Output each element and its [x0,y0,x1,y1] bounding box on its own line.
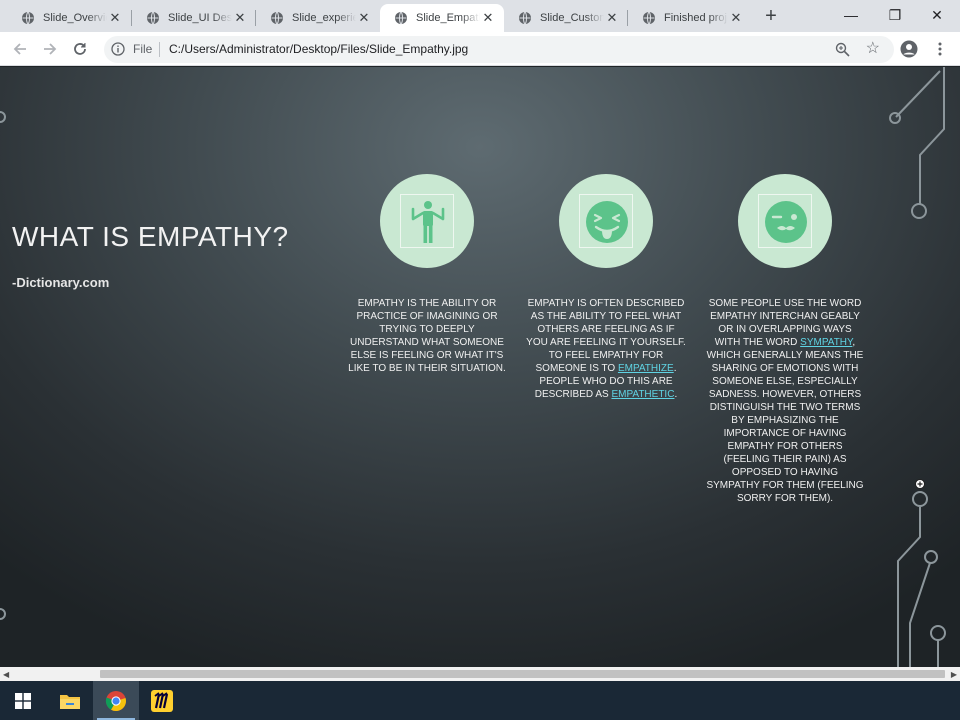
definition-link[interactable]: EMPATHETIC [611,389,674,400]
horizontal-scrollbar[interactable]: ◀ ▶ [0,667,960,681]
tab-close-icon[interactable]: ✕ [356,10,372,26]
tab-title: Finished project [664,12,728,24]
account-icon [900,40,918,58]
browser-tab[interactable]: Finished project✕ [628,4,752,32]
definition-link[interactable]: EMPATHIZE [618,363,674,374]
tab-title: Slide_Customer [540,12,604,24]
windows-taskbar [0,681,960,720]
restore-button[interactable]: ❐ [872,2,918,28]
column-text-2: EMPATHY IS OFTEN DESCRIBED AS THE ABILIT… [526,297,686,401]
minimize-button[interactable]: — [828,2,874,28]
browser-tab[interactable]: Slide_Customer✕ [504,4,628,32]
reload-icon [74,43,86,55]
chrome-icon [105,690,126,711]
profile-button[interactable] [897,37,921,61]
browser-tab[interactable]: Slide_Overview✕ [7,4,131,32]
tab-title: Slide_Overview [43,12,107,24]
tab-separator [255,10,256,26]
globe-icon [519,11,531,25]
globe-icon [395,11,407,25]
globe-icon [271,11,283,25]
icon-frame [400,194,454,248]
slide-source: -Dictionary.com [12,275,110,290]
column-text-3: SOME PEOPLE USE THE WORD EMPATHY INTERCH… [705,297,865,505]
browser-tab[interactable]: Slide_UI Design✕ [132,4,256,32]
definition-text: , WHICH GENERALLY MEANS THE SHARING OF E… [706,337,864,504]
tab-separator [627,10,628,26]
tab-close-icon[interactable]: ✕ [232,10,248,26]
globe-icon [643,11,655,25]
definition-text: . [674,389,678,400]
zoom-icon[interactable] [835,42,850,57]
tab-title: Slide_experience [292,12,356,24]
taskbar-miro[interactable] [139,681,185,720]
taskbar-chrome[interactable] [93,681,139,720]
address-bar[interactable]: File C:/Users/Administrator/Desktop/File… [104,36,894,63]
browser-tab[interactable]: Slide_experience✕ [256,4,380,32]
tab-separator [131,10,132,26]
image-viewport: WHAT IS EMPATHY? -Dictionary.com EMPATHY… [0,67,960,667]
tab-strip: Slide_Overview✕Slide_UI Design✕Slide_exp… [0,0,960,32]
tab-close-icon[interactable]: ✕ [604,10,620,26]
tab-close-icon[interactable]: ✕ [107,10,123,26]
taskbar-file-explorer[interactable] [47,681,93,720]
browser-tab[interactable]: Slide_Empathy✕ [380,4,504,32]
person-shrug-icon [411,201,445,243]
globe-icon [147,11,159,25]
scrollbar-thumb[interactable] [100,670,945,678]
scroll-right-icon[interactable]: ▶ [951,670,957,679]
miro-icon [151,689,173,712]
new-tab-button[interactable]: + [760,6,782,28]
icon-circle-1 [380,174,474,268]
back-button[interactable] [8,37,32,61]
definition-text: EMPATHY IS THE ABILITY OR PRACTICE OF IM… [348,298,506,374]
menu-button[interactable] [928,37,952,61]
more-vert-icon [938,42,942,56]
scroll-left-icon[interactable]: ◀ [3,670,9,679]
arrow-left-icon [13,43,26,55]
icon-frame [579,194,633,248]
icon-frame [758,194,812,248]
tab-close-icon[interactable]: ✕ [728,10,744,26]
slide-title: WHAT IS EMPATHY? [12,221,289,252]
tab-title: Slide_Empathy [416,12,480,24]
winking-mustache-face-icon [765,201,807,243]
omnibox-divider [159,42,160,57]
browser-toolbar: File C:/Users/Administrator/Desktop/File… [0,32,960,66]
tab-close-icon[interactable]: ✕ [480,10,496,26]
file-explorer-icon [60,694,80,709]
reload-button[interactable] [68,37,92,61]
windows-start-icon [15,692,31,709]
column-text-1: EMPATHY IS THE ABILITY OR PRACTICE OF IM… [347,297,507,375]
info-icon[interactable] [111,42,125,56]
globe-icon [22,11,34,25]
url-text[interactable]: C:/Users/Administrator/Desktop/Files/Sli… [169,42,468,56]
tab-title: Slide_UI Design [168,12,232,24]
definition-link[interactable]: SYMPATHY [800,337,852,348]
start-button[interactable] [0,681,46,720]
arrow-right-icon [44,43,57,55]
window-close-button[interactable]: ✕ [914,2,960,28]
icon-circle-2 [559,174,653,268]
forward-button[interactable] [38,37,62,61]
icon-circle-3 [738,174,832,268]
tongue-out-face-icon [586,201,628,243]
bookmark-star-icon[interactable]: ☆ [866,40,880,58]
cursor-crosshair-icon [915,479,925,489]
scheme-label: File [133,42,153,56]
